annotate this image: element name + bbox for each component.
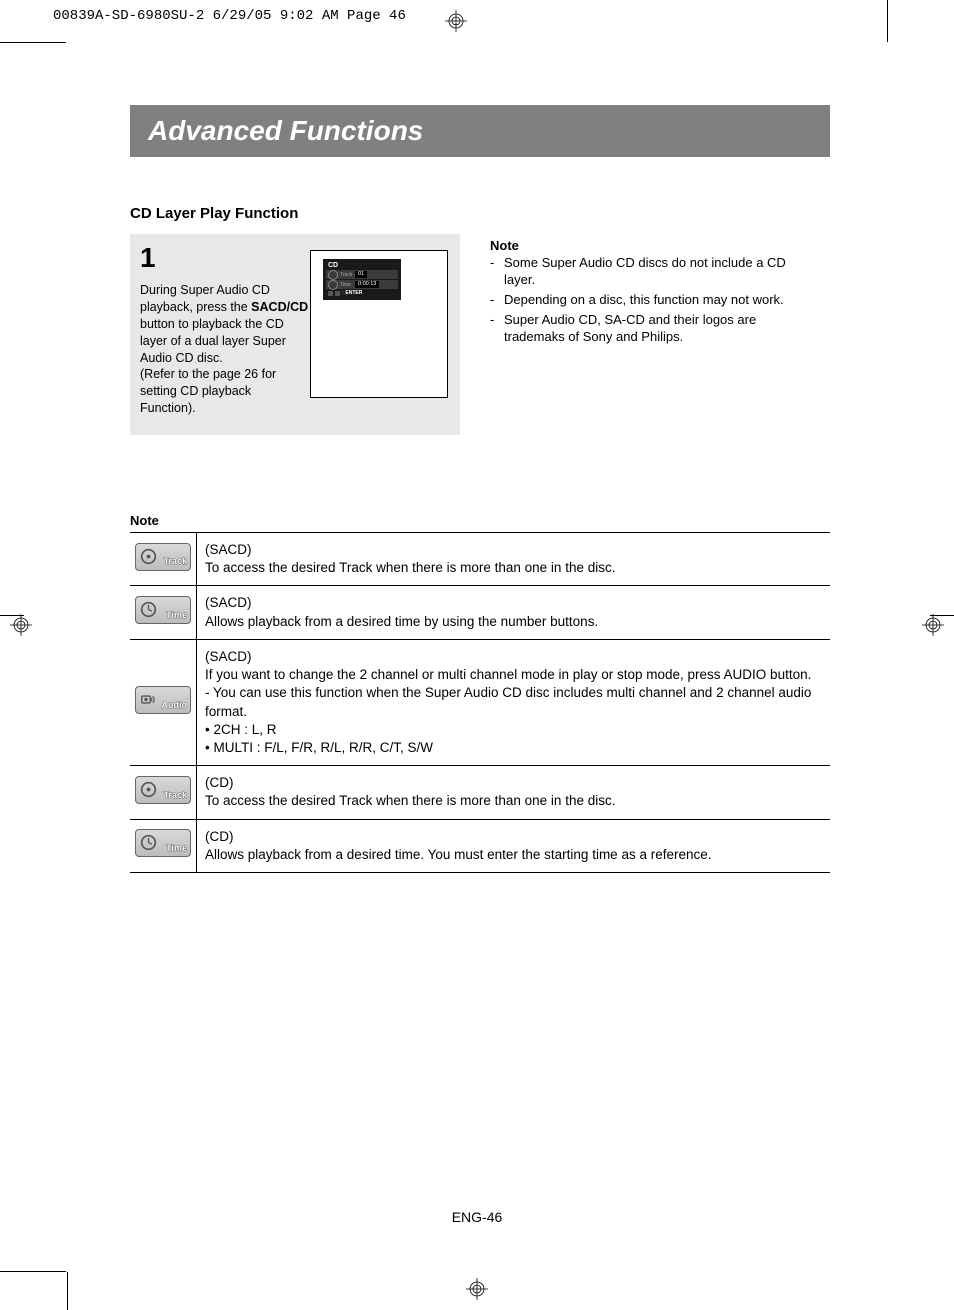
registration-mark-icon (466, 1278, 488, 1300)
audio-button-icon: Audio (135, 686, 191, 714)
icon-label: Track (163, 555, 187, 567)
time-button-icon: Time (135, 829, 191, 857)
track-button-icon: Track (135, 543, 191, 571)
osd-enter-label: ENTER (345, 290, 362, 296)
disc-icon (328, 270, 338, 280)
table-row: Track (CD)To access the desired Track whe… (130, 766, 830, 819)
table-row: Time (SACD)Allows playback from a desired… (130, 586, 830, 639)
osd-time-label: Time (340, 282, 354, 288)
time-icon (140, 834, 157, 851)
crop-mark (0, 42, 66, 43)
registration-mark-icon (445, 10, 467, 32)
icon-label: Time (166, 609, 187, 621)
osd-panel: CD Track 01 Time 0:00:13 (323, 259, 401, 300)
crop-mark (67, 1272, 68, 1310)
clock-icon (328, 280, 338, 290)
dash: - (490, 292, 504, 309)
crop-mark (0, 1271, 66, 1272)
dash: - (490, 312, 504, 346)
note-item: -Depending on a disc, this function may … (490, 292, 820, 309)
square-icon (335, 291, 340, 296)
notes-heading: Note (490, 238, 820, 253)
icon-label: Track (163, 789, 187, 801)
crop-mark (887, 0, 888, 42)
table-row: Time (CD)Allows playback from a desired t… (130, 819, 830, 872)
track-icon (140, 548, 157, 565)
description-cell: (SACD)Allows playback from a desired tim… (197, 586, 831, 639)
registration-mark-icon (10, 614, 32, 636)
function-table: Track (SACD)To access the desired Track w… (130, 532, 830, 873)
note-text: Super Audio CD, SA-CD and their logos ar… (504, 312, 820, 346)
osd-title: CD (326, 262, 398, 269)
icon-label: Audio (162, 699, 188, 711)
time-button-icon: Time (135, 596, 191, 624)
time-icon (140, 601, 157, 618)
icon-cell: Audio (130, 639, 197, 765)
table-heading: Note (130, 513, 830, 528)
icon-cell: Time (130, 586, 197, 639)
note-text: Some Super Audio CD discs do not include… (504, 255, 820, 289)
note-item: -Super Audio CD, SA-CD and their logos a… (490, 312, 820, 346)
description-cell: (CD)Allows playback from a desired time.… (197, 819, 831, 872)
osd-enter-hint: : ENTER (326, 290, 398, 296)
table-row: Track (SACD)To access the desired Track w… (130, 533, 830, 586)
audio-icon (140, 691, 157, 708)
osd-track-label: Track (340, 272, 354, 278)
step-number: 1 (140, 242, 310, 274)
track-icon (140, 781, 157, 798)
icon-cell: Time (130, 819, 197, 872)
tv-screen-illustration: CD Track 01 Time 0:00:13 (310, 250, 448, 398)
side-notes: Note -Some Super Audio CD discs do not i… (490, 234, 820, 435)
dash: - (490, 255, 504, 289)
note-item: -Some Super Audio CD discs do not includ… (490, 255, 820, 289)
track-button-icon: Track (135, 776, 191, 804)
section-heading: CD Layer Play Function (130, 205, 830, 222)
description-cell: (CD)To access the desired Track when the… (197, 766, 831, 819)
icon-cell: Track (130, 533, 197, 586)
print-slug: 00839A-SD-6980SU-2 6/29/05 9:02 AM Page … (53, 8, 406, 24)
page-number: ENG-46 (0, 1209, 954, 1225)
step-text-bold: SACD/CD (251, 300, 308, 314)
step-box: 1 During Super Audio CD playback, press … (130, 234, 460, 435)
note-text: Depending on a disc, this function may n… (504, 292, 820, 309)
osd-time-value: 0:00:13 (355, 281, 379, 288)
description-cell: (SACD)To access the desired Track when t… (197, 533, 831, 586)
table-row: Audio (SACD)If you want to change the 2 c… (130, 639, 830, 765)
page-title: Advanced Functions (130, 105, 830, 157)
icon-label: Time (166, 842, 187, 854)
step-text-tail: button to playback the CD layer of a dua… (140, 317, 286, 415)
step-instruction: During Super Audio CD playback, press th… (140, 282, 310, 417)
icon-cell: Track (130, 766, 197, 819)
square-icon (328, 291, 333, 296)
description-cell: (SACD)If you want to change the 2 channe… (197, 639, 831, 765)
registration-mark-icon (922, 614, 944, 636)
osd-track-value: 01 (355, 271, 367, 278)
